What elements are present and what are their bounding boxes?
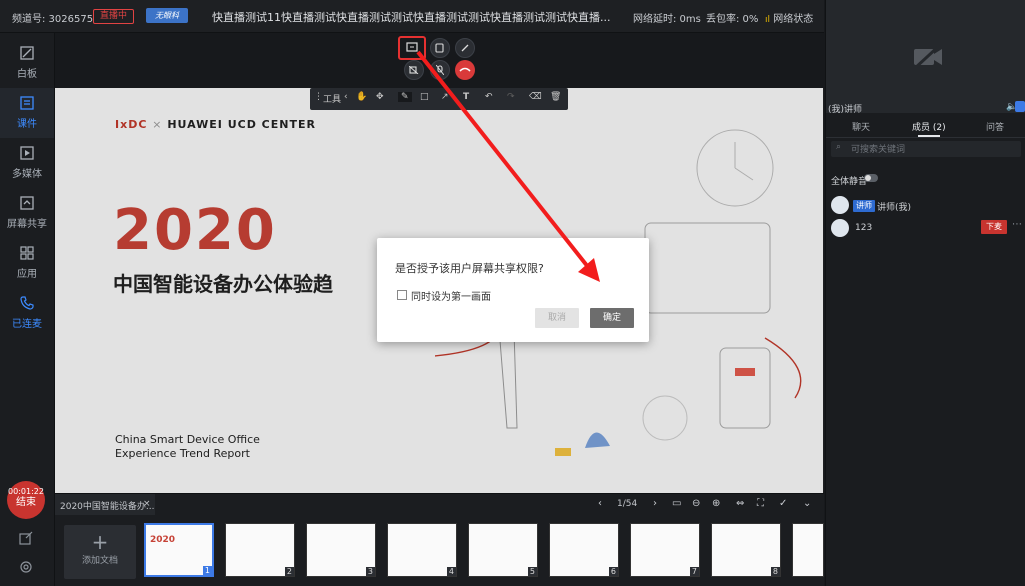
panel-tabs: 聊天 成员 (2) 问答 (826, 115, 1025, 138)
play-icon (20, 146, 34, 160)
document-tab[interactable]: 2020中国智能设备办... × (55, 494, 155, 516)
check-icon[interactable]: ✓ (779, 498, 787, 509)
sidebar-item-courseware[interactable]: 课件 (0, 88, 54, 138)
mic-level-icon (1015, 101, 1025, 112)
page-indicator: 1/54 (617, 499, 638, 509)
first-screen-checkbox-label[interactable]: 同时设为第一画面 (411, 288, 491, 303)
slide-thumbnail[interactable] (792, 523, 824, 577)
slide-thumbnail[interactable]: 7 (630, 523, 700, 577)
search-input[interactable] (849, 142, 1018, 158)
cancel-button[interactable]: 取消 (535, 308, 579, 328)
prev-page-icon[interactable]: ‹ (598, 498, 602, 509)
end-class-button[interactable]: 00:01:22 结束 (7, 481, 45, 519)
whiteboard-icon (20, 46, 34, 60)
plus-icon: + (91, 530, 109, 554)
live-status-badge: 直播中 (93, 9, 135, 24)
next-page-icon[interactable]: › (653, 498, 657, 509)
latency-readout: 网络延时: 0ms (633, 14, 701, 25)
slide-thumbnail[interactable]: 4 (387, 523, 457, 577)
close-document-icon[interactable]: × (143, 499, 151, 509)
apps-grid-icon (20, 246, 34, 260)
channel-number: 频道号: 3026575 (12, 14, 94, 25)
teacher-badge: 讲师 (853, 200, 875, 212)
right-panel: (我)讲师 🔈 聊天 成员 (2) 问答 ⌕ 全体静音 讲师 讲师(我) 123… (825, 0, 1025, 586)
first-screen-checkbox[interactable] (397, 290, 407, 300)
signal-icon: ıl (765, 15, 771, 25)
class-timer: 00:01:22 (8, 487, 44, 496)
room-title: 快直播测试11快直播测试快直播测试测试快直播测试测试快直播测试测试快直播... (212, 11, 611, 24)
avatar (831, 219, 849, 237)
mute-all-toggle[interactable] (864, 174, 878, 182)
packet-loss-readout: 丢包率: 0% (706, 14, 759, 25)
sidebar-item-multimedia[interactable]: 多媒体 (0, 138, 54, 188)
thumbnail-strip: + 添加文档 2020 1 2 3 4 5 6 7 8 (55, 515, 824, 586)
sidebar-item-screen-share[interactable]: 屏幕共享 (0, 188, 54, 238)
phone-icon (20, 296, 34, 310)
slide-thumbnail[interactable]: 2020 1 (144, 523, 214, 577)
sidebar-item-connected-mic[interactable]: 已连麦 (0, 288, 54, 338)
slide-thumbnail[interactable]: 6 (549, 523, 619, 577)
member-search: ⌕ (831, 141, 1021, 158)
avatar (831, 196, 849, 214)
brand-logo: 无眼科 (146, 8, 188, 23)
sidebar-item-whiteboard[interactable]: 白板 (0, 38, 54, 88)
network-status: ıl 网络状态 (765, 14, 814, 25)
tab-members[interactable]: 成员 (2) (912, 120, 946, 133)
external-link-icon[interactable] (19, 531, 33, 545)
sidebar-item-apps[interactable]: 应用 (0, 238, 54, 288)
document-bar: 2020中国智能设备办... × ‹ 1/54 › ▭ ⊖ ⊕ ⇔ ⛶ ✓ ⌄ (55, 493, 824, 516)
tab-chat[interactable]: 聊天 (852, 120, 870, 133)
fullscreen-icon[interactable]: ⛶ (757, 498, 764, 509)
zoom-out-icon[interactable]: ⊖ (692, 498, 700, 509)
remove-from-mic-button[interactable]: 下麦 (981, 220, 1007, 234)
tab-qa[interactable]: 问答 (986, 120, 1004, 133)
settings-gear-icon[interactable] (19, 560, 33, 574)
slide-thumbnail[interactable]: 2 (225, 523, 295, 577)
top-bar: 频道号: 3026575 直播中 无眼科 快直播测试11快直播测试快直播测试测试… (0, 0, 824, 33)
member-name: 讲师(我) (877, 203, 912, 213)
fit-width-icon[interactable]: ⇔ (736, 498, 744, 509)
slide-thumbnail[interactable]: 3 (306, 523, 376, 577)
member-item-student[interactable]: 123 下麦 ⋯ (831, 219, 1022, 239)
member-name: 123 (855, 223, 873, 233)
member-item-teacher[interactable]: 讲师 讲师(我) (831, 196, 1021, 216)
comment-icon[interactable]: ▭ (672, 498, 681, 509)
teacher-video: (我)讲师 🔈 (826, 0, 1025, 115)
screen-share-icon (20, 196, 34, 210)
left-sidebar: 白板 课件 多媒体 屏幕共享 应用 已连麦 00:01:22 结束 (0, 33, 55, 586)
collapse-down-icon[interactable]: ⌄ (803, 498, 811, 509)
active-tab-indicator (918, 135, 940, 137)
video-user-label: (我)讲师 (828, 105, 863, 115)
video-off-icon (912, 44, 942, 70)
slide-thumbnail[interactable]: 5 (468, 523, 538, 577)
slide-thumbnail[interactable]: 8 (711, 523, 781, 577)
zoom-in-icon[interactable]: ⊕ (712, 498, 720, 509)
add-document-button[interactable]: + 添加文档 (64, 525, 136, 579)
annotation-arrow (416, 50, 600, 282)
mute-all-label: 全体静音 (831, 177, 868, 187)
search-icon: ⌕ (836, 142, 842, 152)
courseware-icon (20, 96, 34, 110)
confirm-button[interactable]: 确定 (590, 308, 634, 328)
more-options-icon[interactable]: ⋯ (1012, 219, 1022, 230)
